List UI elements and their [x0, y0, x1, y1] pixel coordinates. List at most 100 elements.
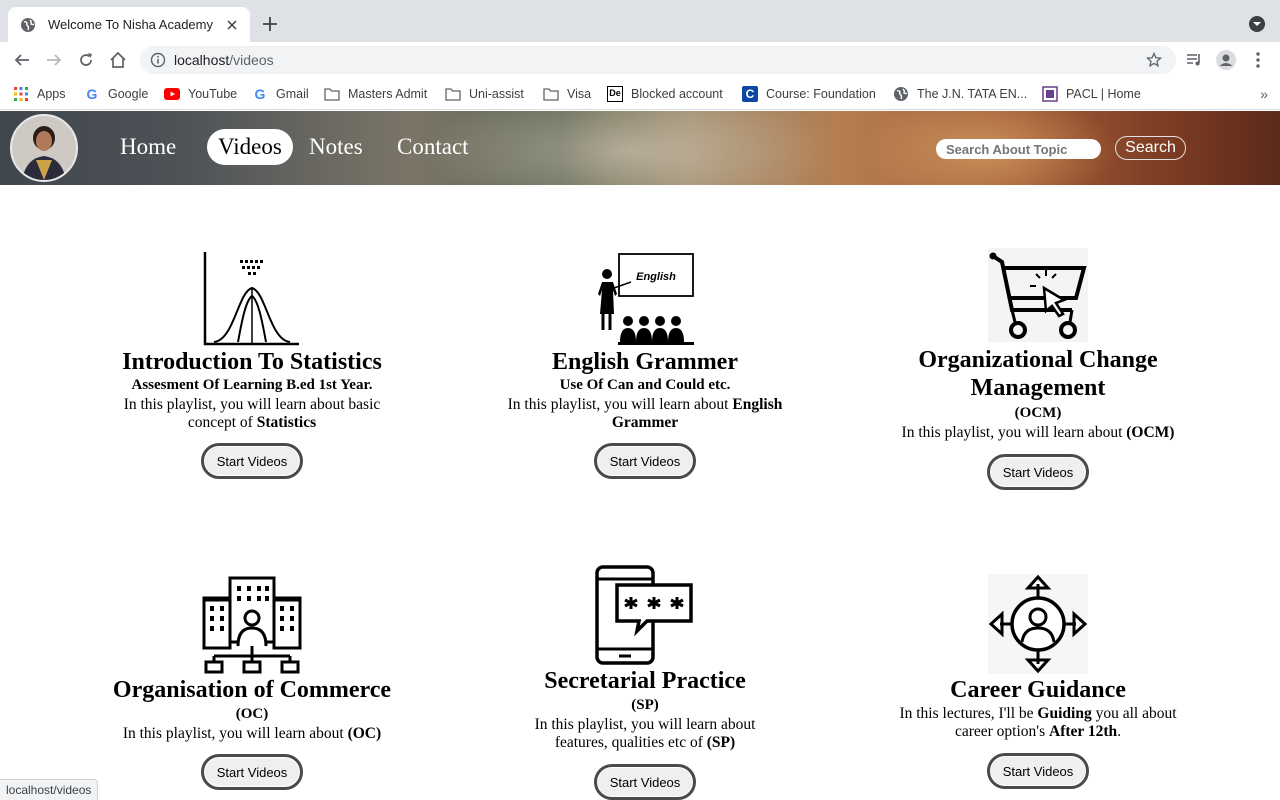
card-description-text: In this playlist, you will learn about — [122, 725, 348, 742]
video-card-commerce: Organisation of Commerce (OC) In this pl… — [102, 574, 402, 790]
bookmark-uni-assist[interactable]: Uni-assist — [445, 84, 524, 104]
profile-button[interactable] — [1216, 50, 1236, 70]
tab-strip: Welcome To Nisha Academy — [0, 0, 1280, 42]
globe-icon — [20, 17, 36, 33]
url-host: localhost — [174, 52, 230, 68]
card-description-highlight: Guiding — [1037, 705, 1092, 722]
start-videos-button[interactable]: Start Videos — [201, 754, 303, 790]
card-description-text: In this playlist, you will learn about — [507, 396, 733, 413]
start-videos-button[interactable]: Start Videos — [594, 764, 696, 800]
card-description: In this playlist, you will learn about (… — [102, 725, 402, 743]
forward-button[interactable] — [44, 50, 64, 70]
start-videos-button[interactable]: Start Videos — [987, 454, 1089, 490]
card-description: In this playlist, you will learn about (… — [888, 424, 1188, 442]
card-title: English Grammer — [552, 349, 738, 375]
video-card-ocm: Organizational Change Management (OCM) I… — [888, 248, 1188, 490]
card-description-text: In this playlist, you will learn about — [901, 424, 1127, 441]
coursera-icon: C — [742, 86, 758, 102]
arrow-right-icon — [47, 54, 62, 66]
bookmark-label: YouTube — [188, 87, 238, 101]
media-queue-icon — [1187, 54, 1200, 66]
bookmark-label: PACL | Home — [1066, 87, 1141, 101]
bookmark-blocked-account[interactable]: De Blocked account — [607, 84, 723, 104]
board-text: English — [636, 271, 676, 283]
new-tab-button[interactable] — [258, 12, 282, 36]
folder-icon — [324, 86, 340, 102]
video-card-statistics: Introduction To Statistics Assesment Of … — [102, 250, 402, 479]
info-icon[interactable] — [150, 52, 166, 68]
nav-videos[interactable]: Videos — [207, 129, 293, 165]
browser-toolbar: localhost/videos — [0, 42, 1280, 78]
globe-icon — [893, 86, 909, 102]
bookmark-apps[interactable]: Apps — [13, 84, 66, 104]
tab-search-button[interactable] — [1248, 15, 1266, 33]
bookmarks-overflow-button[interactable]: » — [1260, 86, 1268, 102]
bookmark-label: The J.N. TATA EN... — [917, 87, 1028, 101]
more-vertical-icon — [1256, 52, 1260, 68]
bookmark-pacl[interactable]: PACL | Home — [1042, 84, 1141, 104]
reload-button[interactable] — [76, 50, 96, 70]
card-subtitle: (SP) — [631, 697, 659, 713]
video-card-secretarial: Secretarial Practice (SP) In this playli… — [495, 565, 795, 800]
start-videos-button[interactable]: Start Videos — [201, 443, 303, 479]
close-icon[interactable] — [224, 17, 240, 33]
shopping-cart-icon — [988, 248, 1088, 342]
url-path: /videos — [229, 52, 274, 68]
google-icon: G — [86, 86, 98, 102]
google-icon: G — [254, 86, 266, 102]
card-subtitle: (OC) — [235, 706, 269, 722]
card-description-highlight: (SP) — [706, 734, 736, 751]
bookmark-course-foundation[interactable]: C Course: Foundation — [742, 84, 876, 104]
back-button[interactable] — [12, 50, 32, 70]
bookmark-label: Uni-assist — [469, 87, 524, 101]
menu-button[interactable] — [1248, 50, 1268, 70]
reload-icon — [80, 53, 92, 66]
tab-title: Welcome To Nisha Academy — [48, 17, 213, 32]
card-description: In this playlist, you will learn about E… — [495, 396, 795, 432]
bookmark-label: Masters Admit — [348, 87, 428, 101]
pacl-icon — [1042, 86, 1058, 102]
card-description: In this playlist, you will learn about b… — [102, 396, 402, 432]
youtube-icon — [164, 86, 180, 102]
bookmark-star-icon[interactable] — [1145, 51, 1163, 68]
search-input[interactable] — [936, 139, 1101, 159]
bookmark-label: Blocked account — [631, 87, 723, 101]
career-direction-icon — [988, 574, 1088, 674]
bookmark-label: Google — [108, 87, 149, 101]
card-description: In this lectures, I'll be Guiding you al… — [888, 705, 1188, 741]
search-button[interactable]: Search — [1115, 136, 1186, 160]
card-description-highlight: After 12th — [1049, 723, 1118, 740]
card-title: Organisation of Commerce — [112, 677, 392, 703]
bookmark-gmail[interactable]: G Gmail — [252, 84, 309, 104]
address-bar[interactable]: localhost/videos — [140, 46, 1176, 74]
bookmark-visa[interactable]: Visa — [543, 84, 591, 104]
bookmarks-bar: Apps G Google YouTube G Gmail Masters Ad… — [0, 78, 1280, 110]
bookmark-google[interactable]: G Google — [84, 84, 149, 104]
avatar[interactable] — [10, 114, 78, 182]
url-text: localhost/videos — [174, 52, 274, 68]
nav-notes[interactable]: Notes — [298, 129, 374, 165]
media-button[interactable] — [1184, 50, 1204, 70]
phone-password-icon — [595, 565, 693, 665]
folder-icon — [445, 86, 461, 102]
bookmark-youtube[interactable]: YouTube — [164, 84, 237, 104]
nav-home[interactable]: Home — [109, 129, 187, 165]
card-subtitle: Assesment Of Learning B.ed 1st Year. — [131, 377, 373, 393]
browser-tab[interactable]: Welcome To Nisha Academy — [8, 7, 250, 42]
card-description-text: In this lectures, I'll be — [899, 705, 1038, 722]
card-description: In this playlist, you will learn about f… — [495, 716, 795, 752]
bookmark-label: Apps — [37, 87, 66, 101]
start-videos-button[interactable]: Start Videos — [987, 753, 1089, 789]
home-button[interactable] — [108, 50, 128, 70]
card-title: Career Guidance — [950, 677, 1126, 703]
arrow-left-icon — [14, 54, 29, 66]
plus-icon — [263, 17, 277, 31]
bookmark-jn-tata[interactable]: The J.N. TATA EN... — [893, 84, 1027, 104]
bookmark-masters-admit[interactable]: Masters Admit — [324, 84, 427, 104]
card-subtitle: (OCM) — [1014, 405, 1062, 421]
profile-icon — [1216, 50, 1236, 70]
bookmark-label: Course: Foundation — [766, 87, 876, 101]
nav-contact[interactable]: Contact — [386, 129, 480, 165]
video-card-career: Career Guidance In this lectures, I'll b… — [888, 574, 1188, 789]
start-videos-button[interactable]: Start Videos — [594, 443, 696, 479]
